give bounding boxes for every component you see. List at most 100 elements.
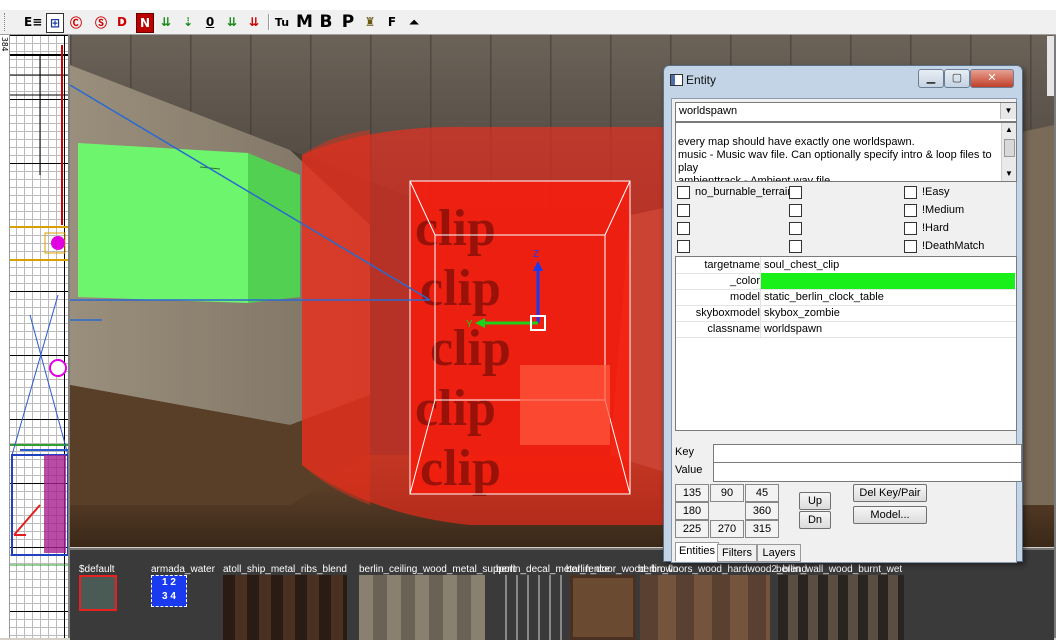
model-icon[interactable]: M <box>296 12 313 32</box>
drop-icon[interactable]: ⇊ <box>224 13 240 31</box>
flag-label: !Hard <box>922 222 949 234</box>
checkbox[interactable] <box>904 185 917 199</box>
key-label: Key <box>675 446 694 458</box>
entity-window-title: Entity <box>686 73 717 87</box>
maximize-button[interactable]: ▢ <box>944 69 970 88</box>
texture-thumb <box>496 575 562 640</box>
checkbox[interactable] <box>789 185 802 199</box>
close-button[interactable]: ✕ <box>970 69 1014 88</box>
texture-label: berlin_ceiling_wood_metal_support <box>359 564 516 575</box>
checkbox[interactable] <box>677 221 690 235</box>
texture-thumb <box>778 575 904 640</box>
checkbox[interactable] <box>677 185 690 199</box>
terrain-icon[interactable]: ⏶ <box>406 13 422 31</box>
drop-red-icon[interactable]: ⇊ <box>246 13 262 31</box>
angle-135-button[interactable]: 135 <box>675 484 709 502</box>
zero-icon[interactable]: 0 <box>202 13 218 31</box>
angle-225-button[interactable]: 225 <box>675 520 709 538</box>
keyvalue-row[interactable]: _color <box>676 273 1016 290</box>
keyvalue-row[interactable]: skyboxmodel skybox_zombie <box>676 305 1016 322</box>
checkbox[interactable] <box>789 221 802 235</box>
move-down-icon[interactable]: ⇊ <box>158 13 174 31</box>
keyvalue-row[interactable]: targetname soul_chest_clip <box>676 257 1016 274</box>
flag-label: no_burnable_terrain <box>695 186 794 198</box>
checkbox[interactable] <box>677 239 690 253</box>
axis-y-label: Y <box>466 319 473 330</box>
entity-class-select[interactable]: worldspawn ▼ <box>675 102 1017 122</box>
tab-filters[interactable]: Filters <box>717 544 757 562</box>
color-swatch[interactable] <box>761 273 1015 289</box>
model-button[interactable]: Model... <box>853 506 927 524</box>
checkbox[interactable] <box>904 239 917 253</box>
patch-icon[interactable]: P <box>340 12 356 32</box>
lower-icon[interactable]: ⇣ <box>180 13 196 31</box>
delete-keypair-button[interactable]: Del Key/Pair <box>853 484 927 502</box>
checkbox[interactable] <box>677 203 690 217</box>
entity-window[interactable]: Entity ▁ ▢ ✕ worldspawn ▼ every map shou… <box>663 65 1023 563</box>
brush-icon[interactable]: B <box>318 12 334 32</box>
minimize-button[interactable]: ▁ <box>918 69 944 88</box>
angle-90-button[interactable]: 90 <box>710 484 744 502</box>
keyvalue-list[interactable]: targetname soul_chest_clip _color model … <box>675 256 1017 431</box>
entity-window-icon <box>670 74 683 86</box>
value-input[interactable] <box>713 462 1022 482</box>
toolbar-grip[interactable] <box>4 13 9 31</box>
flag-8[interactable] <box>789 220 807 236</box>
entity-description-text: every map should have exactly one worlds… <box>678 136 992 182</box>
texture-thumb <box>570 575 636 640</box>
checkbox[interactable] <box>904 221 917 235</box>
flag-deathmatch[interactable]: !DeathMatch <box>904 238 984 254</box>
flag-11[interactable] <box>789 238 807 254</box>
drag-icon[interactable]: D <box>114 13 130 31</box>
keyvalue-row[interactable]: model static_berlin_clock_table <box>676 289 1016 306</box>
grid-toggle-icon[interactable]: ⊞ <box>46 13 64 33</box>
angle-360-button[interactable]: 360 <box>745 502 779 520</box>
checkbox[interactable] <box>789 203 802 217</box>
flag-medium[interactable]: !Medium <box>904 202 964 218</box>
tab-entities[interactable]: Entities <box>675 542 719 561</box>
angle-up-button[interactable]: Up <box>799 492 831 510</box>
flag-label: !Easy <box>922 186 950 198</box>
texture-unit-icon[interactable]: Tu <box>274 13 290 31</box>
keyvalue-row[interactable]: classname worldspawn <box>676 321 1016 338</box>
flag-7[interactable] <box>677 220 695 236</box>
grid-2d-view[interactable]: 384 <box>0 35 70 638</box>
tab-layers[interactable]: Layers <box>757 544 801 562</box>
angle-180-button[interactable]: 180 <box>675 502 709 520</box>
angle-315-button[interactable]: 315 <box>745 520 779 538</box>
flag-5[interactable] <box>789 202 807 218</box>
keyvalue-key: classname <box>676 321 761 337</box>
scroll-down-icon[interactable]: ▼ <box>1002 167 1016 181</box>
flag-4[interactable] <box>677 202 695 218</box>
angle-down-button[interactable]: Dn <box>799 511 831 529</box>
svg-text:clip: clip <box>415 200 496 257</box>
face-icon[interactable]: F <box>384 13 400 31</box>
select-icon[interactable]: Ⓢ <box>93 13 109 31</box>
key-input[interactable] <box>713 444 1022 464</box>
flag-hard[interactable]: !Hard <box>904 220 949 236</box>
stamp-icon[interactable]: ♜ <box>362 13 378 31</box>
keyvalue-key: targetname <box>676 257 761 273</box>
svg-text:clip: clip <box>420 260 501 317</box>
texture-thumb <box>79 575 117 611</box>
angle-45-button[interactable]: 45 <box>745 484 779 502</box>
flag-easy[interactable]: !Easy <box>904 184 950 200</box>
no-draw-icon[interactable]: N <box>136 13 154 33</box>
flag-2[interactable] <box>789 184 807 200</box>
chevron-down-icon[interactable]: ▼ <box>1000 103 1016 119</box>
checkbox[interactable] <box>789 239 802 253</box>
scroll-up-icon[interactable]: ▲ <box>1002 123 1016 137</box>
toolbar-separator <box>268 14 270 30</box>
clip-icon[interactable]: Ⓒ <box>68 13 84 31</box>
keyvalue-key: model <box>676 289 761 305</box>
angle-270-button[interactable]: 270 <box>710 520 744 538</box>
flag-10[interactable] <box>677 238 695 254</box>
keyvalue-value: soul_chest_clip <box>764 259 840 271</box>
description-scrollbar[interactable]: ▲ ▼ <box>1001 123 1016 181</box>
entity-description[interactable]: every map should have exactly one worlds… <box>675 122 1017 182</box>
flag-no-burnable-terrain[interactable]: no_burnable_terrain <box>677 184 793 200</box>
scroll-thumb[interactable] <box>1004 139 1015 157</box>
texture-label: atoll_ship_metal_ribs_blend <box>223 564 347 575</box>
entity-list-icon[interactable]: E≡ <box>24 13 42 31</box>
checkbox[interactable] <box>904 203 917 217</box>
